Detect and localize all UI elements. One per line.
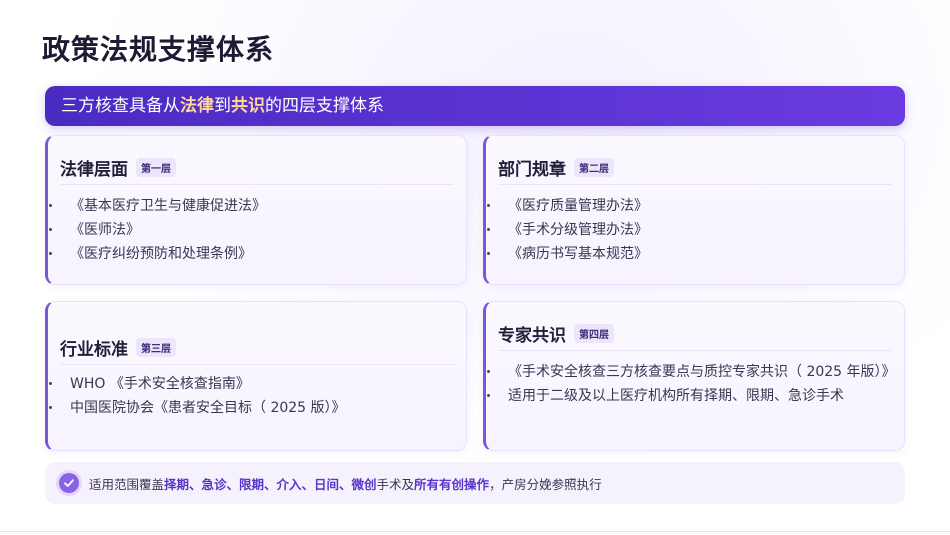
scope-emphasis-procedures: 择期、急诊、限期、介入、日间、微创 — [164, 476, 377, 492]
card-item-list: 《医疗质量管理办法》 《手术分级管理办法》 《病历书写基本规范》 — [486, 194, 890, 266]
summary-banner: 三方核查具备从法律到共识的四层支撑体系 — [45, 86, 905, 126]
banner-text-post: 的四层支撑体系 — [265, 96, 384, 116]
card-header: 专家共识 第四层 — [498, 316, 892, 351]
card-title: 法律层面 — [60, 159, 128, 180]
list-item: 《手术安全核查三方核查要点与质控专家共识（ 2025 年版）》 — [486, 360, 896, 384]
card-law-level: 法律层面 第一层 《基本医疗卫生与健康促进法》 《医师法》 《医疗纠纷预防和处理… — [45, 135, 467, 285]
check-icon-glyph — [64, 479, 74, 487]
list-item: 《医师法》 — [48, 218, 452, 242]
list-item: 《医疗质量管理办法》 — [486, 194, 890, 218]
list-item: 《手术分级管理办法》 — [486, 218, 890, 242]
card-industry-standards: 行业标准 第三层 WHO 《手术安全核查指南》 中国医院协会《患者安全目标（ 2… — [45, 301, 467, 451]
card-header: 行业标准 第三层 — [60, 330, 454, 365]
card-expert-consensus: 专家共识 第四层 《手术安全核查三方核查要点与质控专家共识（ 2025 年版）》… — [483, 301, 905, 451]
footer-divider — [0, 531, 950, 532]
card-item-list: WHO 《手术安全核查指南》 中国医院协会《患者安全目标（ 2025 版）》 — [48, 372, 452, 420]
card-header: 部门规章 第二层 — [498, 150, 892, 185]
layer-badge: 第二层 — [574, 157, 614, 177]
scope-note-bar: 适用范围覆盖择期、急诊、限期、介入、日间、微创手术及所有有创操作，产房分娩参照执… — [45, 462, 905, 504]
card-header: 法律层面 第一层 — [60, 150, 454, 185]
card-item-list: 《基本医疗卫生与健康促进法》 《医师法》 《医疗纠纷预防和处理条例》 — [48, 194, 452, 266]
list-item: WHO 《手术安全核查指南》 — [48, 372, 452, 396]
banner-highlight-consensus: 共识 — [231, 96, 265, 116]
list-item: 《基本医疗卫生与健康促进法》 — [48, 194, 452, 218]
banner-text-mid: 到 — [214, 96, 231, 116]
page-title: 政策法规支撑体系 — [42, 33, 275, 66]
card-department-rules: 部门规章 第二层 《医疗质量管理办法》 《手术分级管理办法》 《病历书写基本规范… — [483, 135, 905, 285]
scope-emphasis-invasive: 所有有创操作 — [414, 476, 490, 492]
banner-text-pre: 三方核查具备从 — [61, 96, 180, 116]
card-title: 专家共识 — [498, 325, 566, 346]
banner-highlight-law: 法律 — [180, 96, 214, 116]
list-item: 适用于二级及以上医疗机构所有择期、限期、急诊手术 — [486, 384, 890, 408]
check-icon — [59, 473, 79, 493]
card-title: 行业标准 — [60, 339, 128, 360]
scope-text-3: ，产房分娩参照执行 — [489, 476, 602, 492]
layer-badge: 第一层 — [136, 157, 176, 177]
list-item: 《医疗纠纷预防和处理条例》 — [48, 242, 452, 266]
layer-badge: 第三层 — [136, 337, 176, 357]
scope-text-2: 手术及 — [376, 476, 415, 492]
scope-text-1: 适用范围覆盖 — [89, 476, 165, 492]
card-title: 部门规章 — [498, 159, 566, 180]
list-item: 《病历书写基本规范》 — [486, 242, 890, 266]
scope-note-text: 适用范围覆盖择期、急诊、限期、介入、日间、微创手术及所有有创操作，产房分娩参照执… — [89, 474, 602, 493]
list-item: 中国医院协会《患者安全目标（ 2025 版）》 — [48, 396, 452, 420]
layer-badge: 第四层 — [574, 323, 614, 343]
card-item-list: 《手术安全核查三方核查要点与质控专家共识（ 2025 年版）》 适用于二级及以上… — [486, 360, 896, 408]
